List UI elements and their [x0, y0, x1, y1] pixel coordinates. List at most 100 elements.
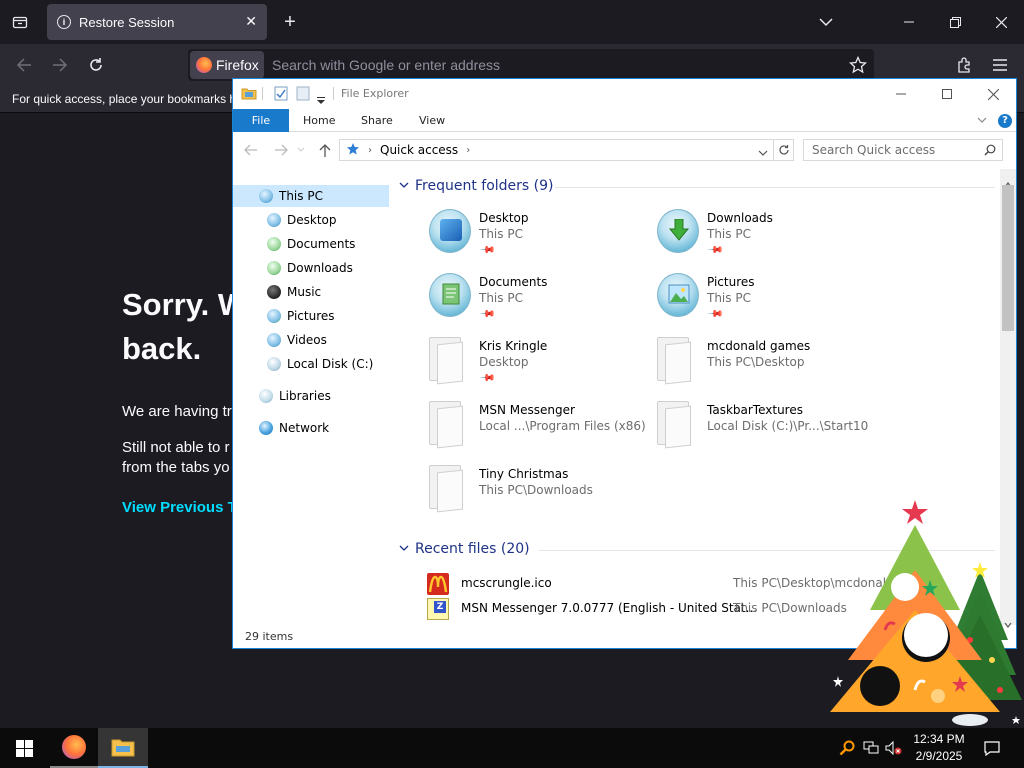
- folder-tile-mcdonald-games[interactable]: mcdonald games This PC\Desktop: [657, 337, 877, 393]
- frequent-folders-header[interactable]: Frequent folders (9): [399, 178, 554, 194]
- url-bar[interactable]: Firefox Search with Google or enter addr…: [188, 49, 874, 81]
- list-all-tabs-icon[interactable]: [8, 10, 32, 34]
- forward-arrow-icon[interactable]: [271, 141, 291, 159]
- identity-box[interactable]: Firefox: [190, 51, 264, 79]
- back-arrow-icon[interactable]: [241, 141, 261, 159]
- address-box[interactable]: › Quick access ›: [339, 139, 774, 161]
- nav-item-documents[interactable]: Documents: [267, 233, 355, 255]
- section-title: Frequent folders (9): [415, 178, 554, 194]
- reload-icon[interactable]: [84, 53, 108, 77]
- folder-name: Downloads: [707, 211, 773, 225]
- pictures-icon: [267, 309, 281, 323]
- nav-item-videos[interactable]: Videos: [267, 329, 327, 351]
- minimize-button[interactable]: [894, 8, 924, 36]
- close-tab-icon[interactable]: ✕: [245, 13, 257, 30]
- nav-item-music[interactable]: Music: [267, 281, 321, 303]
- pin-icon: 📌: [478, 242, 496, 259]
- notification-center-icon[interactable]: [978, 728, 1006, 768]
- nav-item-network[interactable]: Network: [259, 417, 329, 439]
- folder-tile-pictures[interactable]: Pictures This PC 📌: [657, 273, 877, 329]
- nav-label: Pictures: [287, 309, 335, 323]
- refresh-icon[interactable]: [774, 139, 794, 161]
- close-window-button[interactable]: [986, 8, 1016, 36]
- folder-tile-taskbartextures[interactable]: TaskbarTextures Local Disk (C:)\Pr...\St…: [657, 401, 877, 457]
- system-clock[interactable]: 12:34 PM 2/9/2025: [904, 731, 974, 765]
- network-icon[interactable]: [860, 728, 882, 768]
- url-input[interactable]: Search with Google or enter address: [272, 57, 500, 73]
- breadcrumb-separator-icon[interactable]: ›: [466, 145, 470, 156]
- nav-item-this-pc[interactable]: This PC: [233, 185, 389, 207]
- nav-label: Documents: [287, 237, 356, 251]
- folder-name: TaskbarTextures: [707, 403, 803, 417]
- maximize-button[interactable]: [924, 79, 970, 109]
- tab-file[interactable]: File: [233, 109, 289, 132]
- info-icon: i: [57, 15, 71, 29]
- pin-icon: 📌: [706, 306, 724, 323]
- start-button[interactable]: [0, 728, 48, 768]
- nav-label: Libraries: [279, 389, 331, 403]
- nav-item-local-disk[interactable]: Local Disk (C:): [267, 353, 373, 375]
- nav-label: Downloads: [287, 261, 353, 275]
- scrollbar-thumb[interactable]: [1002, 185, 1014, 331]
- pictures-icon: [657, 273, 699, 317]
- nav-item-pictures[interactable]: Pictures: [267, 305, 335, 327]
- nav-item-libraries[interactable]: Libraries: [259, 385, 331, 407]
- nav-item-desktop[interactable]: Desktop: [267, 209, 337, 231]
- status-bar-item-count: 29 items: [245, 630, 294, 643]
- view-previous-tabs-link[interactable]: View Previous Ta: [122, 499, 244, 516]
- section-divider: [555, 187, 995, 188]
- tab-restore-session[interactable]: i Restore Session ✕: [47, 4, 267, 40]
- firefox-logo-icon: [196, 57, 212, 73]
- folder-path: This PC\Downloads: [479, 483, 593, 497]
- taskbar-firefox[interactable]: [50, 728, 98, 768]
- window-title: File Explorer: [341, 87, 409, 100]
- menu-icon[interactable]: [988, 53, 1012, 77]
- folder-tile-desktop[interactable]: Desktop This PC 📌: [429, 209, 649, 265]
- customize-qat-icon[interactable]: [317, 90, 331, 106]
- chevron-down-icon[interactable]: [814, 10, 838, 34]
- folder-name: Documents: [479, 275, 548, 289]
- bookmark-star-icon[interactable]: [846, 55, 870, 75]
- search-tray-icon[interactable]: [836, 728, 858, 768]
- help-icon[interactable]: ?: [998, 109, 1012, 132]
- navigation-pane: This PC Desktop Documents Downloads Musi…: [233, 183, 389, 623]
- disk-icon: [267, 357, 281, 371]
- folder-tile-kris-kringle[interactable]: Kris Kringle Desktop 📌: [429, 337, 649, 393]
- tab-share[interactable]: Share: [361, 109, 393, 132]
- pin-icon: 📌: [478, 370, 496, 387]
- breadcrumb-quick-access[interactable]: Quick access: [380, 143, 458, 157]
- expand-ribbon-icon[interactable]: [977, 109, 987, 132]
- new-tab-button[interactable]: +: [278, 10, 302, 34]
- folder-icon: [657, 337, 693, 385]
- nav-item-downloads[interactable]: Downloads: [267, 257, 353, 279]
- folder-name: mcdonald games: [707, 339, 811, 353]
- restore-button[interactable]: [940, 8, 970, 36]
- recent-files-header[interactable]: Recent files (20): [399, 541, 530, 557]
- address-dropdown-icon[interactable]: [758, 146, 768, 160]
- firefox-tab-bar: i Restore Session ✕ +: [0, 0, 1024, 44]
- folder-icon: [657, 401, 693, 449]
- search-placeholder: Search Quick access: [812, 143, 936, 157]
- volume-muted-icon[interactable]: [884, 728, 904, 768]
- forward-icon[interactable]: [48, 53, 72, 77]
- recent-locations-icon[interactable]: [295, 141, 307, 159]
- extensions-icon[interactable]: [952, 53, 976, 77]
- folder-tile-downloads[interactable]: Downloads This PC 📌: [657, 209, 877, 265]
- new-folder-icon[interactable]: [296, 85, 310, 101]
- search-icon: [984, 144, 996, 159]
- tab-home[interactable]: Home: [303, 109, 335, 132]
- nav-label: Desktop: [287, 213, 337, 227]
- desktop-icon: [267, 213, 281, 227]
- search-input[interactable]: Search Quick access: [803, 139, 1003, 161]
- tab-view[interactable]: View: [419, 109, 445, 132]
- folder-tile-documents[interactable]: Documents This PC 📌: [429, 273, 649, 329]
- up-arrow-icon[interactable]: [315, 141, 335, 159]
- explorer-title-bar: File Explorer: [233, 79, 1016, 109]
- taskbar-file-explorer[interactable]: [98, 728, 148, 768]
- folder-tile-msn-messenger[interactable]: MSN Messenger Local ...\Program Files (x…: [429, 401, 649, 457]
- back-icon[interactable]: [12, 53, 36, 77]
- properties-icon[interactable]: [274, 85, 288, 101]
- folder-tile-tiny-christmas[interactable]: Tiny Christmas This PC\Downloads: [429, 465, 649, 521]
- close-button[interactable]: [970, 79, 1016, 109]
- minimize-button[interactable]: [878, 79, 924, 109]
